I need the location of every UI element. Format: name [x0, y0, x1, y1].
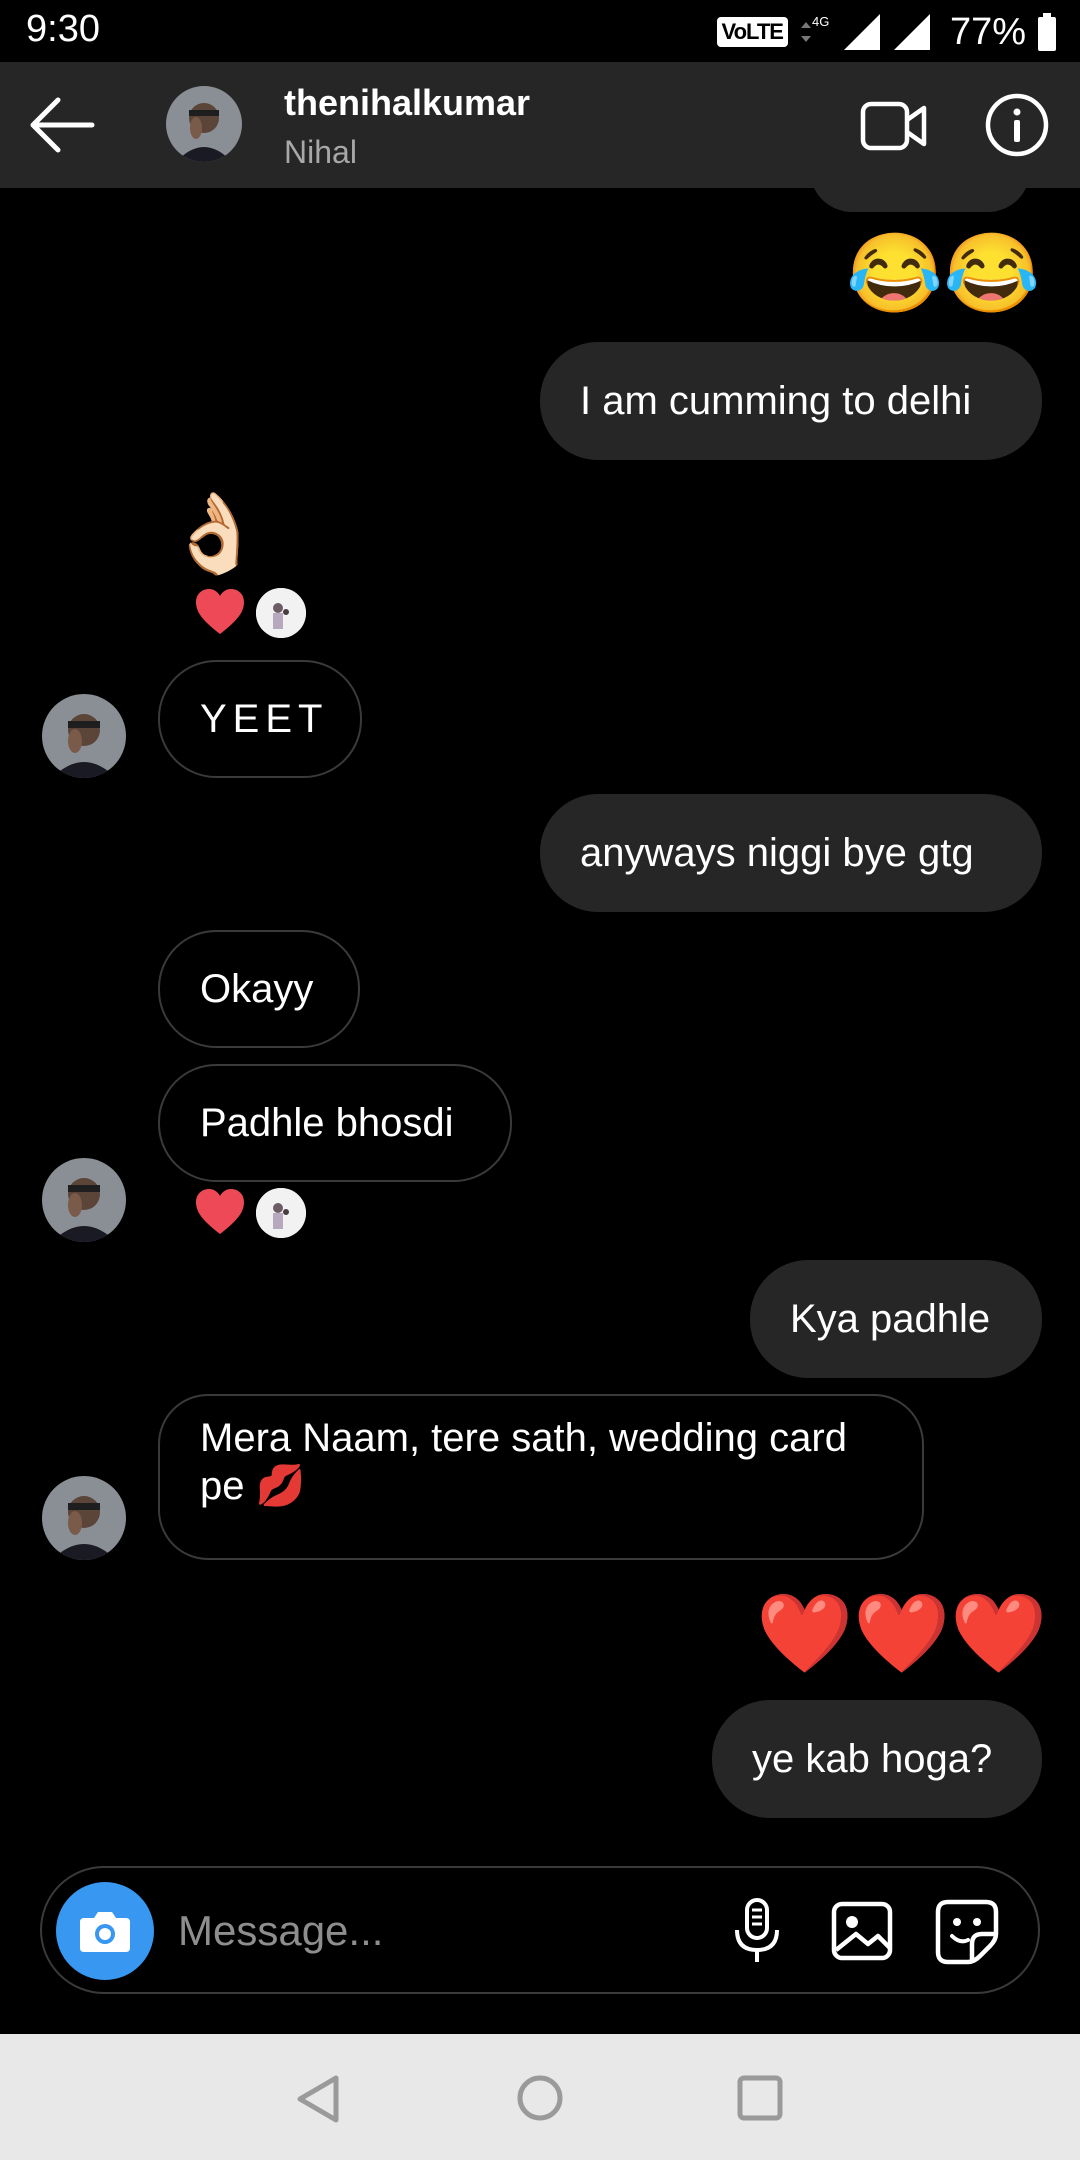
sticker-button[interactable]	[932, 1896, 1002, 1966]
reaction-avatar[interactable]	[256, 1188, 306, 1238]
info-icon	[985, 93, 1049, 157]
signal-4g-icon	[843, 14, 880, 50]
message-emoji-ok-hand[interactable]: 👌🏻	[166, 488, 263, 578]
message-bubble-clipped[interactable]	[810, 188, 1030, 212]
status-indicators: VoLTE 4G 77%	[716, 8, 1058, 56]
network-type-label: 4G	[812, 14, 829, 29]
back-arrow-icon	[30, 97, 95, 153]
camera-icon	[80, 1912, 130, 1952]
camera-button[interactable]	[56, 1882, 154, 1980]
nav-recent-button[interactable]	[734, 2072, 786, 2124]
nav-home-icon	[517, 2075, 563, 2121]
info-button[interactable]	[984, 92, 1050, 158]
sender-avatar[interactable]	[42, 1476, 126, 1560]
message-composer	[40, 1866, 1040, 1994]
message-input[interactable]	[176, 1890, 740, 1972]
battery-percent: 77%	[949, 10, 1026, 53]
video-call-icon	[860, 101, 927, 151]
system-nav-bar	[0, 2034, 1080, 2160]
nav-home-button[interactable]	[512, 2070, 568, 2126]
battery-icon	[1038, 13, 1056, 51]
back-button[interactable]	[28, 96, 96, 154]
heart-icon[interactable]	[194, 1188, 246, 1236]
nav-recent-icon	[737, 2075, 783, 2121]
message-emoji-laughing[interactable]: 😂😂	[846, 228, 1040, 318]
message-bubble-outgoing[interactable]: I am cumming to delhi	[540, 342, 1042, 460]
voice-message-button[interactable]	[722, 1896, 792, 1966]
signal-icon	[893, 14, 930, 50]
gallery-icon	[831, 1901, 893, 1961]
nav-back-icon	[297, 2075, 339, 2123]
gallery-button[interactable]	[828, 1896, 898, 1966]
message-bubble-incoming[interactable]: Mera Naam, tere sath, wedding card pe 💋	[158, 1394, 924, 1560]
volte-badge: VoLTE	[716, 17, 788, 47]
header-username[interactable]: thenihalkumar	[284, 82, 530, 124]
data-arrows-icon: 4G	[798, 12, 832, 52]
header-display-name: Nihal	[284, 134, 357, 170]
message-bubble-incoming[interactable]: Okayy	[158, 930, 360, 1048]
microphone-icon	[735, 1898, 779, 1962]
sender-avatar[interactable]	[42, 694, 126, 778]
video-call-button[interactable]	[860, 96, 930, 156]
reaction-avatar[interactable]	[256, 588, 306, 638]
message-thread[interactable]: 😂😂 I am cumming to delhi 👌🏻 YEET anyways…	[0, 188, 1080, 1856]
message-bubble-incoming[interactable]: YEET	[158, 660, 362, 778]
message-bubble-outgoing[interactable]: anyways niggi bye gtg	[540, 794, 1042, 912]
status-time: 9:30	[26, 8, 100, 50]
heart-icon[interactable]	[194, 588, 246, 636]
message-bubble-outgoing[interactable]: ye kab hoga?	[712, 1700, 1042, 1818]
header-avatar[interactable]	[166, 86, 242, 162]
sticker-icon	[935, 1899, 999, 1965]
status-bar: 9:30 VoLTE 4G 77%	[0, 0, 1080, 62]
nav-back-button[interactable]	[290, 2072, 346, 2126]
chat-header: thenihalkumar Nihal	[0, 62, 1080, 188]
message-emoji-hearts[interactable]: ❤️❤️❤️	[756, 1588, 1047, 1678]
message-bubble-outgoing[interactable]: Kya padhle	[750, 1260, 1042, 1378]
message-bubble-incoming[interactable]: Padhle bhosdi	[158, 1064, 512, 1182]
sender-avatar[interactable]	[42, 1158, 126, 1242]
